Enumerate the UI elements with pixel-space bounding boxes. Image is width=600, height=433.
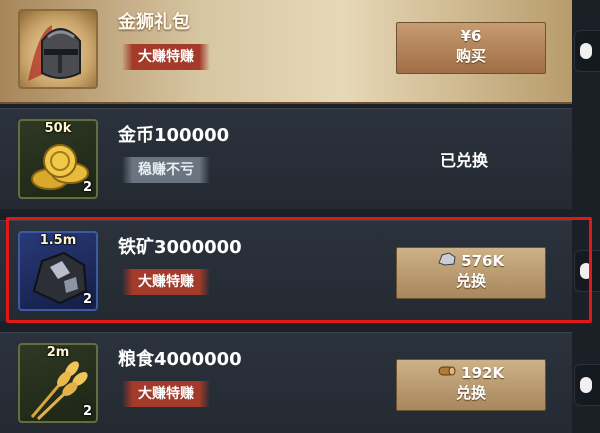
profit-badge: 大赚特赚 — [122, 381, 210, 407]
icon-quantity: 50k — [44, 121, 72, 136]
offer-title: 金狮礼包 — [118, 12, 190, 33]
icon-count: 2 — [82, 292, 92, 307]
redeemed-status: 已兑换 — [440, 151, 489, 170]
offer-title: 粮食4000000 — [118, 349, 242, 370]
offer-row-grain: 2m 2 粮食4000000 大赚特赚 192K 兑换 — [0, 332, 572, 433]
offer-title: 金币100000 — [118, 125, 230, 146]
icon-quantity: 1.5m — [39, 233, 77, 248]
iron-ore-icon — [438, 252, 456, 266]
wood-log-icon — [438, 366, 456, 376]
icon-count: 2 — [82, 180, 92, 195]
icon-count: 2 — [82, 404, 92, 419]
offer-icon — [18, 9, 98, 89]
exchange-button[interactable]: 192K 兑换 — [396, 359, 546, 411]
profit-badge: 稳赚不亏 — [122, 157, 210, 183]
exchange-label: 兑换 — [455, 384, 486, 402]
offer-icon: 2m 2 — [18, 343, 98, 423]
offer-row-gold-lion: 金狮礼包 大赚特赚 ¥6 购买 — [0, 0, 572, 104]
buy-button[interactable]: ¥6 购买 — [396, 22, 546, 74]
offer-title: 铁矿3000000 — [118, 237, 242, 258]
profit-badge: 大赚特赚 — [122, 44, 210, 70]
cost-amount: 576K — [461, 252, 505, 270]
offer-row-iron-ore: 1.5m 2 铁矿3000000 大赚特赚 576K 兑换 — [0, 220, 572, 321]
exchange-button[interactable]: 576K 兑换 — [396, 247, 546, 299]
profit-badge: 大赚特赚 — [122, 269, 210, 295]
offer-icon: 50k 2 — [18, 119, 98, 199]
exchange-label: 兑换 — [455, 272, 486, 290]
side-tab-handle[interactable] — [574, 30, 600, 72]
price-label: ¥6 — [460, 27, 482, 45]
knight-helmet-icon — [28, 25, 81, 81]
offer-row-gold-coins: 50k 2 金币100000 稳赚不亏 已兑换 — [0, 108, 572, 209]
side-tab-handle[interactable] — [574, 250, 600, 292]
offer-icon: 1.5m 2 — [18, 231, 98, 311]
side-tab-handle[interactable] — [574, 364, 600, 406]
cost-amount: 192K — [461, 364, 505, 382]
buy-label: 购买 — [455, 47, 486, 65]
icon-quantity: 2m — [46, 345, 70, 360]
